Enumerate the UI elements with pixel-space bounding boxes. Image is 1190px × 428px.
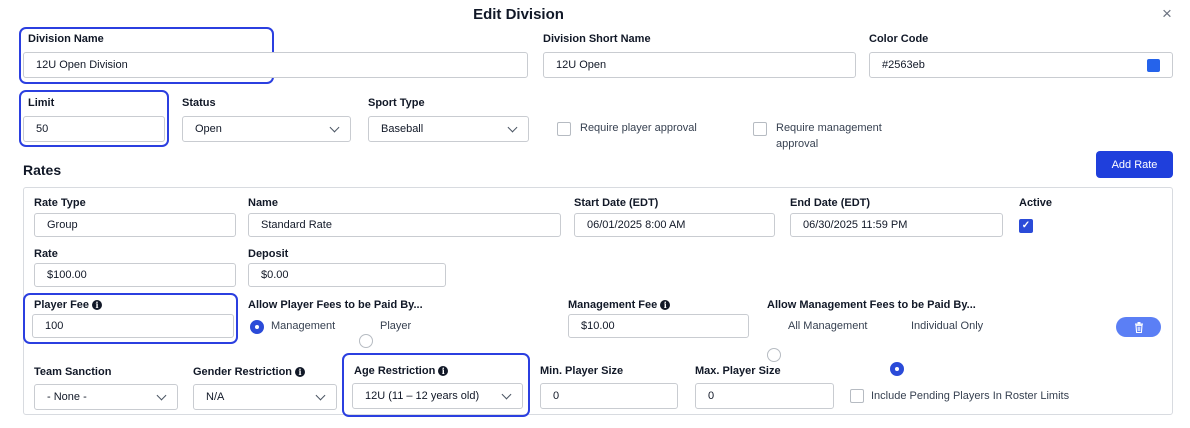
division-short-name-input[interactable]: 12U Open [543, 52, 856, 78]
rate-type-input[interactable]: Group [34, 213, 236, 237]
require-player-approval-checkbox[interactable] [557, 122, 571, 136]
player-fee-value: 100 [45, 320, 64, 332]
color-swatch[interactable] [1147, 58, 1160, 72]
player-fee-input[interactable]: 100 [32, 314, 234, 338]
chevron-down-icon [501, 389, 512, 399]
checkmark-icon: ✓ [1021, 220, 1031, 231]
info-icon[interactable]: i [438, 366, 449, 376]
rate-name-value: Standard Rate [261, 219, 332, 231]
require-management-approval-label: Require management [776, 122, 882, 134]
player-fee-label: Player Fee i [34, 299, 103, 311]
limit-input[interactable]: 50 [23, 116, 165, 142]
min-player-size-label: Min. Player Size [540, 365, 624, 377]
sport-type-select[interactable]: Baseball [368, 116, 529, 142]
close-icon[interactable]: × [1158, 5, 1176, 23]
rate-input[interactable]: $100.00 [34, 263, 236, 287]
team-sanction-label: Team Sanction [34, 366, 112, 378]
max-player-size-label: Max. Player Size [695, 365, 781, 377]
player-fee-label-text: Player Fee [34, 299, 90, 311]
deposit-value: $0.00 [261, 269, 289, 281]
division-short-name-label: Division Short Name [543, 33, 651, 45]
color-code-value: #2563eb [882, 59, 925, 71]
rate-type-value: Group [47, 219, 78, 231]
team-sanction-value: - None - [47, 391, 87, 403]
info-icon[interactable]: i [660, 300, 671, 310]
management-fee-input[interactable]: $10.00 [568, 314, 749, 338]
chevron-down-icon [315, 390, 326, 400]
require-player-approval-label: Require player approval [580, 122, 697, 134]
max-player-size-value: 0 [708, 390, 715, 402]
chevron-down-icon [507, 122, 518, 132]
radio-player[interactable] [359, 334, 373, 348]
color-code-input[interactable]: #2563eb [869, 52, 1173, 78]
radio-management-label: Management [271, 320, 336, 332]
gender-restriction-label-text: Gender Restriction [193, 366, 293, 378]
end-date-input[interactable]: 06/30/2025 11:59 PM [790, 213, 1003, 237]
start-date-input[interactable]: 06/01/2025 8:00 AM [574, 213, 775, 237]
require-management-approval-label-line2: approval [776, 138, 819, 150]
rate-name-input[interactable]: Standard Rate [248, 213, 561, 237]
gender-restriction-value: N/A [206, 391, 225, 403]
add-rate-button[interactable]: Add Rate [1096, 151, 1173, 178]
min-player-size-input[interactable]: 0 [540, 383, 678, 409]
start-date-value: 06/01/2025 8:00 AM [587, 219, 686, 231]
require-management-approval-checkbox[interactable] [753, 122, 767, 136]
min-player-size-value: 0 [553, 390, 560, 402]
limit-value: 50 [36, 123, 49, 135]
allow-player-fees-label: Allow Player Fees to be Paid By... [248, 299, 423, 311]
management-fee-value: $10.00 [581, 320, 615, 332]
radio-individual-only-label: Individual Only [911, 320, 984, 332]
active-label: Active [1019, 197, 1053, 209]
include-pending-players-label: Include Pending Players In Roster Limits [871, 390, 1070, 402]
delete-rate-button[interactable] [1116, 317, 1161, 337]
radio-management[interactable] [250, 320, 264, 334]
limit-label: Limit [28, 97, 55, 109]
division-name-label: Division Name [28, 33, 104, 45]
allow-management-fees-label: Allow Management Fees to be Paid By... [767, 299, 976, 311]
max-player-size-input[interactable]: 0 [695, 383, 834, 409]
gender-restriction-label: Gender Restriction i [193, 366, 306, 378]
age-restriction-label-text: Age Restriction [354, 365, 436, 377]
division-name-value: 12U Open Division [36, 59, 128, 71]
color-code-label: Color Code [869, 33, 929, 45]
info-icon[interactable]: i [295, 367, 306, 377]
rate-name-label: Name [248, 197, 278, 209]
gender-restriction-select[interactable]: N/A [193, 384, 337, 410]
division-name-input[interactable]: 12U Open Division [23, 52, 528, 78]
active-checkbox[interactable]: ✓ [1019, 219, 1033, 233]
age-restriction-label: Age Restriction i [354, 365, 449, 377]
management-fee-label-text: Management Fee [568, 299, 658, 311]
deposit-label: Deposit [248, 248, 289, 260]
radio-all-management-label: All Management [788, 320, 868, 332]
chevron-down-icon [156, 390, 167, 400]
deposit-input[interactable]: $0.00 [248, 263, 446, 287]
end-date-value: 06/30/2025 11:59 PM [803, 219, 908, 231]
dialog-title: Edit Division [473, 6, 564, 23]
radio-all-management[interactable] [767, 348, 781, 362]
info-icon[interactable]: i [92, 300, 103, 310]
chevron-down-icon [329, 122, 340, 132]
radio-player-label: Player [380, 320, 412, 332]
age-restriction-value: 12U (11 – 12 years old) [365, 390, 480, 402]
age-restriction-select[interactable]: 12U (11 – 12 years old) [352, 383, 523, 409]
rate-type-label: Rate Type [34, 197, 86, 209]
division-short-name-value: 12U Open [556, 59, 607, 71]
end-date-label: End Date (EDT) [790, 197, 871, 209]
rates-heading: Rates [23, 162, 62, 178]
team-sanction-select[interactable]: - None - [34, 384, 178, 410]
status-select[interactable]: Open [182, 116, 351, 142]
radio-individual-only[interactable] [890, 362, 904, 376]
rate-label: Rate [34, 248, 58, 260]
include-pending-players-checkbox[interactable] [850, 389, 864, 403]
sport-type-value: Baseball [381, 123, 424, 135]
status-label: Status [182, 97, 216, 109]
management-fee-label: Management Fee i [568, 299, 671, 311]
trash-icon [1134, 321, 1143, 333]
start-date-label: Start Date (EDT) [574, 197, 659, 209]
status-value: Open [195, 123, 222, 135]
sport-type-label: Sport Type [368, 97, 425, 109]
rate-value: $100.00 [47, 269, 87, 281]
